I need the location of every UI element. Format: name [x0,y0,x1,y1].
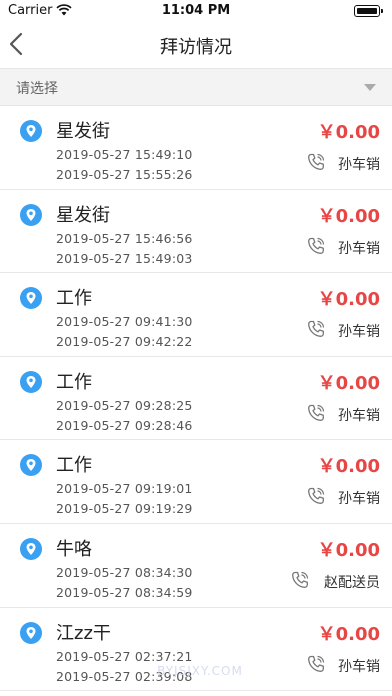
visit-amount: ￥0.00 [317,456,380,478]
visit-amount: ￥0.00 [317,122,380,143]
status-bar: Carrier 11:04 PM [0,0,392,22]
caret-down-icon [364,84,376,91]
visit-end-time: 2019-05-27 15:49:03 [56,250,193,266]
visit-row[interactable]: 江zz干 ￥0.00 2019-05-27 02:37:21 2019-05-2… [0,607,392,692]
location-pin-icon [20,454,42,477]
page-title: 拜访情况 [160,37,232,58]
location-pin-icon [20,203,42,226]
visit-row[interactable]: 工作 ￥0.00 2019-05-27 09:19:01 2019-05-27 … [0,440,392,524]
visit-row[interactable]: 工作 ￥0.00 2019-05-27 09:28:25 2019-05-27 … [0,356,392,441]
visit-amount: ￥0.00 [317,623,380,645]
clock: 11:04 PM [161,3,231,18]
visit-row[interactable]: 星发街 ￥0.00 2019-05-27 15:46:56 2019-05-27… [0,189,392,274]
phone-icon[interactable] [306,236,326,256]
visit-agent: 孙车销 [338,407,380,424]
visit-end-time: 2019-05-27 08:34:59 [56,584,193,600]
location-pin-icon [20,370,42,393]
visit-amount: ￥0.00 [317,205,380,227]
filter-placeholder: 请选择 [16,81,58,97]
phone-icon[interactable] [306,403,326,423]
visit-row[interactable]: 星发街 ￥0.00 2019-05-27 15:49:10 2019-05-27… [0,106,392,190]
visit-end-time: 2019-05-27 09:19:29 [56,501,193,517]
visit-amount: ￥0.00 [317,372,380,394]
visit-end-time: 2019-05-27 09:42:22 [56,334,193,350]
visit-start-time: 2019-05-27 15:49:10 [56,147,193,162]
phone-icon[interactable] [306,486,326,506]
location-pin-icon [20,120,42,142]
visit-agent: 孙车销 [338,324,380,341]
visit-agent: 孙车销 [338,157,380,173]
visit-end-time: 2019-05-27 09:28:46 [56,417,193,433]
visit-amount: ￥0.00 [317,289,380,311]
visit-list: 星发街 ￥0.00 2019-05-27 15:49:10 2019-05-27… [0,106,392,692]
visit-amount: ￥0.00 [317,539,380,561]
battery-icon [354,5,383,17]
location-pin-icon [20,621,42,644]
visit-start-time: 2019-05-27 02:37:21 [56,648,193,664]
visit-place: 工作 [56,371,92,393]
visit-start-time: 2019-05-27 08:34:30 [56,564,193,580]
visit-agent: 孙车销 [338,240,380,257]
navigation-bar: 拜访情况 [0,22,392,68]
watermark: BYJSJXY.COM [157,664,243,678]
visit-row[interactable]: 牛咯 ￥0.00 2019-05-27 08:34:30 2019-05-27 … [0,523,392,608]
visit-place: 牛咯 [56,538,92,560]
visit-start-time: 2019-05-27 15:46:56 [56,230,193,246]
visit-place: 星发街 [56,204,110,226]
visit-agent: 孙车销 [338,658,380,675]
phone-icon[interactable] [306,319,326,339]
visit-place: 工作 [56,288,92,310]
visit-row[interactable]: 工作 ￥0.00 2019-05-27 09:41:30 2019-05-27 … [0,273,392,357]
phone-icon[interactable] [290,570,310,590]
filter-select[interactable]: 请选择 [0,68,392,106]
visit-start-time: 2019-05-27 09:41:30 [56,314,193,330]
visit-place: 星发街 [56,121,110,142]
location-pin-icon [20,537,42,560]
visit-end-time: 2019-05-27 15:55:26 [56,167,193,182]
visit-start-time: 2019-05-27 09:28:25 [56,397,193,413]
visit-place: 工作 [56,455,92,477]
visit-agent: 孙车销 [338,491,380,508]
visit-agent: 赵配送员 [324,574,380,591]
phone-icon[interactable] [306,152,326,172]
visit-place: 江zz干 [56,622,111,644]
visit-start-time: 2019-05-27 09:19:01 [56,481,193,497]
location-pin-icon [20,287,42,310]
